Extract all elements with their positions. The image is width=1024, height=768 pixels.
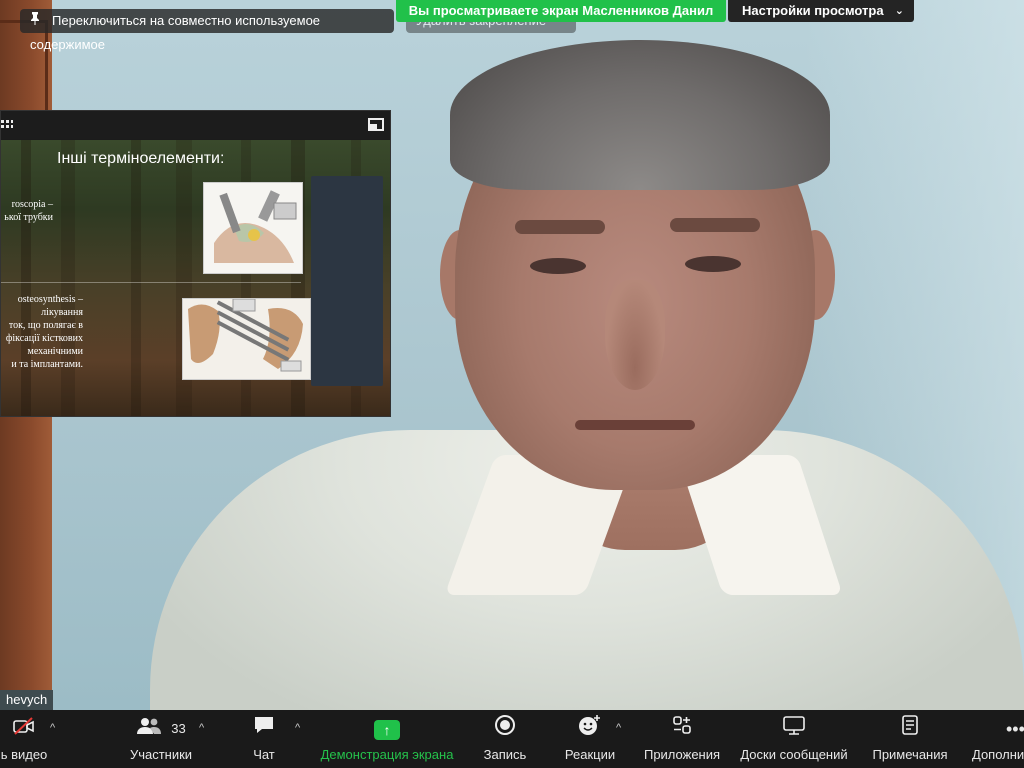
view-options-button[interactable]: Настройки просмотра ⌄	[728, 0, 914, 22]
slide-side-panel	[311, 176, 383, 386]
reactions-button[interactable]: Реакции	[558, 710, 622, 768]
grid-view-icon[interactable]	[1, 118, 13, 130]
chat-label: Чат	[253, 747, 275, 762]
share-screen-arrow-icon: ↑	[374, 720, 400, 740]
chat-caret-icon[interactable]: ^	[295, 722, 300, 734]
slide-text-line: ької трубки	[4, 212, 53, 223]
whiteboards-button[interactable]: Доски сообщений	[734, 710, 854, 768]
person-eye-left	[530, 258, 586, 274]
video-off-icon	[0, 714, 48, 744]
record-label: Запись	[483, 747, 527, 762]
switch-to-shared-content-button[interactable]: Переключиться на совместно используемое …	[20, 9, 394, 52]
participants-icon	[136, 718, 167, 739]
apps-button[interactable]: Приложения	[638, 710, 726, 768]
reactions-caret-icon[interactable]: ^	[616, 722, 621, 734]
meeting-toolbar: ь видео ^ 33 Участники ^ Чат ^ ↑ Демонст…	[0, 710, 1024, 768]
slide-text-line: ток, що полягає в	[8, 320, 83, 331]
slide-text-line: лікування	[41, 307, 83, 318]
person-brow-right	[670, 218, 760, 232]
participants-label: Участники	[129, 747, 193, 762]
notes-label: Примечания	[872, 747, 948, 762]
notes-button[interactable]: Примечания	[866, 710, 954, 768]
reactions-icon	[558, 714, 622, 744]
apps-label: Приложения	[643, 747, 721, 762]
arthroscopy-illustration	[203, 182, 303, 274]
slide-separator	[1, 282, 301, 283]
participants-count: 33	[171, 721, 186, 736]
view-options-label: Настройки просмотра	[742, 3, 884, 18]
person-eye-right	[685, 256, 741, 272]
participants-button[interactable]: 33 Участники	[106, 710, 216, 768]
whiteboard-icon	[734, 714, 854, 744]
slide-text-line: osteosynthesis –	[17, 294, 83, 305]
osteosynthesis-illustration	[182, 298, 311, 380]
whiteboards-label: Доски сообщений	[740, 747, 848, 762]
participant-name-tag: hevych	[0, 690, 54, 710]
shared-screen-header	[1, 111, 390, 139]
slide-text-block-1: roscopia – ької трубки	[1, 198, 53, 224]
apps-icon	[638, 714, 726, 744]
participants-caret-icon[interactable]: ^	[199, 722, 204, 734]
video-button[interactable]: ь видео	[0, 710, 48, 768]
slide-text-block-2: osteosynthesis – лікування ток, що поляг…	[1, 293, 83, 371]
person-brow-left	[515, 220, 605, 234]
presentation-slide: Інші терміноелементи: roscopia – ької тр…	[1, 140, 390, 416]
slide-text-line: механічними	[27, 346, 83, 357]
share-screen-label: Демонстрация экрана	[320, 747, 454, 762]
slide-text-line: roscopia –	[11, 199, 53, 210]
person-nose	[605, 280, 665, 390]
share-screen-button[interactable]: ↑ Демонстрация экрана	[316, 710, 458, 768]
more-icon: •••	[1006, 719, 1024, 739]
video-options-caret-icon[interactable]: ^	[50, 722, 55, 734]
record-icon	[474, 714, 536, 744]
chat-button[interactable]: Чат	[236, 710, 292, 768]
slide-text-line: и та імплантами.	[11, 359, 83, 370]
chat-icon	[236, 714, 292, 744]
person-hair	[450, 40, 830, 190]
record-button[interactable]: Запись	[474, 710, 536, 768]
pin-icon	[30, 9, 44, 33]
slide-title: Інші терміноелементи:	[57, 150, 225, 167]
restore-window-icon[interactable]	[368, 118, 384, 131]
video-button-label: ь видео	[0, 747, 48, 762]
slide-text-line: фіксації кісткових	[5, 333, 83, 344]
more-label: Дополни	[972, 747, 1024, 762]
reactions-label: Реакции	[564, 747, 616, 762]
chevron-down-icon: ⌄	[894, 5, 904, 17]
viewing-screen-banner: Вы просматриваете экран Масленников Дани…	[396, 0, 726, 22]
person-mouth	[575, 420, 695, 430]
shared-screen-window[interactable]: Інші терміноелементи: roscopia – ької тр…	[0, 110, 391, 417]
notes-icon	[866, 714, 954, 744]
more-button[interactable]: ••• Дополни	[968, 710, 1024, 768]
